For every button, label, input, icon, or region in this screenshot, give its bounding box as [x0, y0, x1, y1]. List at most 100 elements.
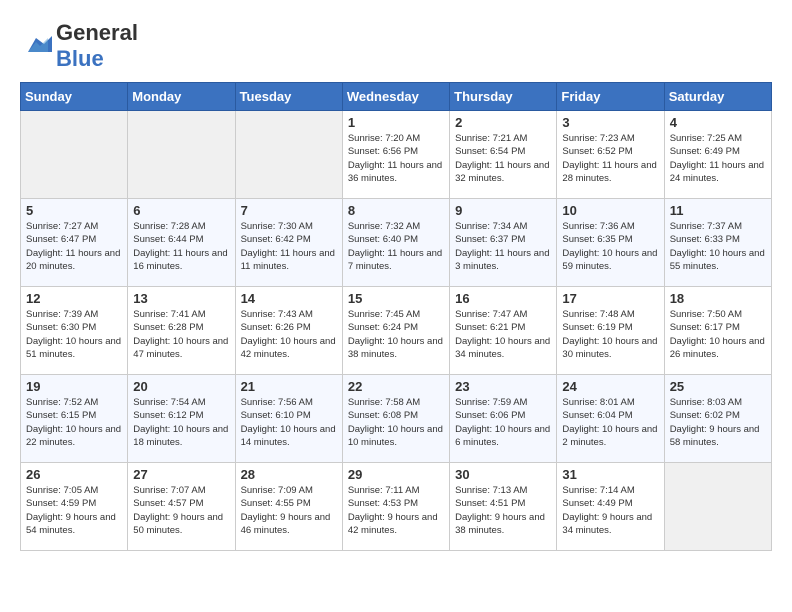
calendar-week-1: 1 Sunrise: 7:20 AMSunset: 6:56 PMDaylight… [21, 111, 772, 199]
calendar-cell [664, 463, 771, 551]
day-number: 5 [26, 203, 122, 218]
day-info: Sunrise: 7:39 AMSunset: 6:30 PMDaylight:… [26, 308, 122, 361]
header-row: Sunday Monday Tuesday Wednesday Thursday… [21, 83, 772, 111]
day-info: Sunrise: 7:28 AMSunset: 6:44 PMDaylight:… [133, 220, 229, 273]
day-number: 13 [133, 291, 229, 306]
day-number: 3 [562, 115, 658, 130]
day-info: Sunrise: 7:30 AMSunset: 6:42 PMDaylight:… [241, 220, 337, 273]
calendar-week-3: 12Sunrise: 7:39 AMSunset: 6:30 PMDayligh… [21, 287, 772, 375]
day-info: Sunrise: 7:05 AMSunset: 4:59 PMDaylight:… [26, 484, 122, 537]
day-number: 8 [348, 203, 444, 218]
day-number: 1 [348, 115, 444, 130]
day-number: 14 [241, 291, 337, 306]
calendar-cell: 26Sunrise: 7:05 AMSunset: 4:59 PMDayligh… [21, 463, 128, 551]
day-number: 23 [455, 379, 551, 394]
calendar-cell: 2 Sunrise: 7:21 AMSunset: 6:54 PMDaylight… [450, 111, 557, 199]
day-info: Sunrise: 7:25 AMSunset: 6:49 PMDaylight:… [670, 132, 766, 185]
day-info: Sunrise: 7:21 AMSunset: 6:54 PMDaylight:… [455, 132, 551, 185]
calendar-cell: 13 Sunrise: 7:41 AMSunset: 6:28 PMDayligh… [128, 287, 235, 375]
calendar-week-2: 5 Sunrise: 7:27 AMSunset: 6:47 PMDaylight… [21, 199, 772, 287]
col-thursday: Thursday [450, 83, 557, 111]
calendar-cell: 28 Sunrise: 7:09 AMSunset: 4:55 PMDayligh… [235, 463, 342, 551]
calendar-cell: 30 Sunrise: 7:13 AMSunset: 4:51 PMDayligh… [450, 463, 557, 551]
calendar-week-5: 26Sunrise: 7:05 AMSunset: 4:59 PMDayligh… [21, 463, 772, 551]
day-number: 27 [133, 467, 229, 482]
calendar-cell: 29 Sunrise: 7:11 AMSunset: 4:53 PMDayligh… [342, 463, 449, 551]
calendar-cell: 19 Sunrise: 7:52 AMSunset: 6:15 PMDayligh… [21, 375, 128, 463]
day-number: 19 [26, 379, 122, 394]
day-info: Sunrise: 7:56 AMSunset: 6:10 PMDaylight:… [241, 396, 337, 449]
day-number: 11 [670, 203, 766, 218]
day-number: 24 [562, 379, 658, 394]
calendar-cell: 25 Sunrise: 8:03 AMSunset: 6:02 PMDayligh… [664, 375, 771, 463]
logo: General Blue [20, 20, 138, 72]
day-number: 28 [241, 467, 337, 482]
calendar-cell: 15 Sunrise: 7:45 AMSunset: 6:24 PMDayligh… [342, 287, 449, 375]
day-number: 9 [455, 203, 551, 218]
day-info: Sunrise: 7:09 AMSunset: 4:55 PMDaylight:… [241, 484, 337, 537]
day-number: 31 [562, 467, 658, 482]
day-info: Sunrise: 7:32 AMSunset: 6:40 PMDaylight:… [348, 220, 444, 273]
day-info: Sunrise: 8:03 AMSunset: 6:02 PMDaylight:… [670, 396, 766, 449]
page-header: General Blue [20, 20, 772, 72]
logo-text: General Blue [56, 20, 138, 72]
col-friday: Friday [557, 83, 664, 111]
calendar-cell: 31Sunrise: 7:14 AMSunset: 4:49 PMDayligh… [557, 463, 664, 551]
day-info: Sunrise: 7:11 AMSunset: 4:53 PMDaylight:… [348, 484, 444, 537]
day-number: 22 [348, 379, 444, 394]
day-number: 20 [133, 379, 229, 394]
day-info: Sunrise: 7:36 AMSunset: 6:35 PMDaylight:… [562, 220, 658, 273]
day-info: Sunrise: 7:45 AMSunset: 6:24 PMDaylight:… [348, 308, 444, 361]
day-number: 18 [670, 291, 766, 306]
day-info: Sunrise: 7:50 AMSunset: 6:17 PMDaylight:… [670, 308, 766, 361]
day-number: 25 [670, 379, 766, 394]
day-info: Sunrise: 7:41 AMSunset: 6:28 PMDaylight:… [133, 308, 229, 361]
day-info: Sunrise: 7:47 AMSunset: 6:21 PMDaylight:… [455, 308, 551, 361]
col-monday: Monday [128, 83, 235, 111]
calendar-cell: 21 Sunrise: 7:56 AMSunset: 6:10 PMDayligh… [235, 375, 342, 463]
day-number: 21 [241, 379, 337, 394]
day-info: Sunrise: 8:01 AMSunset: 6:04 PMDaylight:… [562, 396, 658, 449]
calendar-cell: 5 Sunrise: 7:27 AMSunset: 6:47 PMDaylight… [21, 199, 128, 287]
day-number: 16 [455, 291, 551, 306]
calendar-cell: 18 Sunrise: 7:50 AMSunset: 6:17 PMDayligh… [664, 287, 771, 375]
calendar-cell: 1 Sunrise: 7:20 AMSunset: 6:56 PMDaylight… [342, 111, 449, 199]
day-info: Sunrise: 7:37 AMSunset: 6:33 PMDaylight:… [670, 220, 766, 273]
day-info: Sunrise: 7:13 AMSunset: 4:51 PMDaylight:… [455, 484, 551, 537]
calendar-cell: 17Sunrise: 7:48 AMSunset: 6:19 PMDayligh… [557, 287, 664, 375]
day-number: 15 [348, 291, 444, 306]
calendar-cell: 6 Sunrise: 7:28 AMSunset: 6:44 PMDaylight… [128, 199, 235, 287]
calendar-cell: 10Sunrise: 7:36 AMSunset: 6:35 PMDayligh… [557, 199, 664, 287]
day-info: Sunrise: 7:07 AMSunset: 4:57 PMDaylight:… [133, 484, 229, 537]
calendar-cell: 22 Sunrise: 7:58 AMSunset: 6:08 PMDayligh… [342, 375, 449, 463]
calendar-cell [21, 111, 128, 199]
calendar-cell: 4 Sunrise: 7:25 AMSunset: 6:49 PMDaylight… [664, 111, 771, 199]
calendar-cell: 7Sunrise: 7:30 AMSunset: 6:42 PMDaylight… [235, 199, 342, 287]
calendar-cell: 23 Sunrise: 7:59 AMSunset: 6:06 PMDayligh… [450, 375, 557, 463]
calendar-cell: 11 Sunrise: 7:37 AMSunset: 6:33 PMDayligh… [664, 199, 771, 287]
day-info: Sunrise: 7:48 AMSunset: 6:19 PMDaylight:… [562, 308, 658, 361]
day-info: Sunrise: 7:52 AMSunset: 6:15 PMDaylight:… [26, 396, 122, 449]
logo-icon [20, 34, 52, 58]
day-number: 6 [133, 203, 229, 218]
day-info: Sunrise: 7:59 AMSunset: 6:06 PMDaylight:… [455, 396, 551, 449]
day-info: Sunrise: 7:20 AMSunset: 6:56 PMDaylight:… [348, 132, 444, 185]
day-number: 29 [348, 467, 444, 482]
day-info: Sunrise: 7:27 AMSunset: 6:47 PMDaylight:… [26, 220, 122, 273]
calendar-cell [128, 111, 235, 199]
day-info: Sunrise: 7:43 AMSunset: 6:26 PMDaylight:… [241, 308, 337, 361]
day-number: 30 [455, 467, 551, 482]
calendar-cell: 9Sunrise: 7:34 AMSunset: 6:37 PMDaylight… [450, 199, 557, 287]
col-saturday: Saturday [664, 83, 771, 111]
calendar-cell: 14 Sunrise: 7:43 AMSunset: 6:26 PMDayligh… [235, 287, 342, 375]
day-number: 2 [455, 115, 551, 130]
day-number: 4 [670, 115, 766, 130]
calendar-table: Sunday Monday Tuesday Wednesday Thursday… [20, 82, 772, 551]
calendar-cell: 12Sunrise: 7:39 AMSunset: 6:30 PMDayligh… [21, 287, 128, 375]
day-info: Sunrise: 7:58 AMSunset: 6:08 PMDaylight:… [348, 396, 444, 449]
calendar-cell [235, 111, 342, 199]
day-info: Sunrise: 7:54 AMSunset: 6:12 PMDaylight:… [133, 396, 229, 449]
calendar-cell: 16 Sunrise: 7:47 AMSunset: 6:21 PMDayligh… [450, 287, 557, 375]
calendar-cell: 27 Sunrise: 7:07 AMSunset: 4:57 PMDayligh… [128, 463, 235, 551]
calendar-cell: 24 Sunrise: 8:01 AMSunset: 6:04 PMDayligh… [557, 375, 664, 463]
